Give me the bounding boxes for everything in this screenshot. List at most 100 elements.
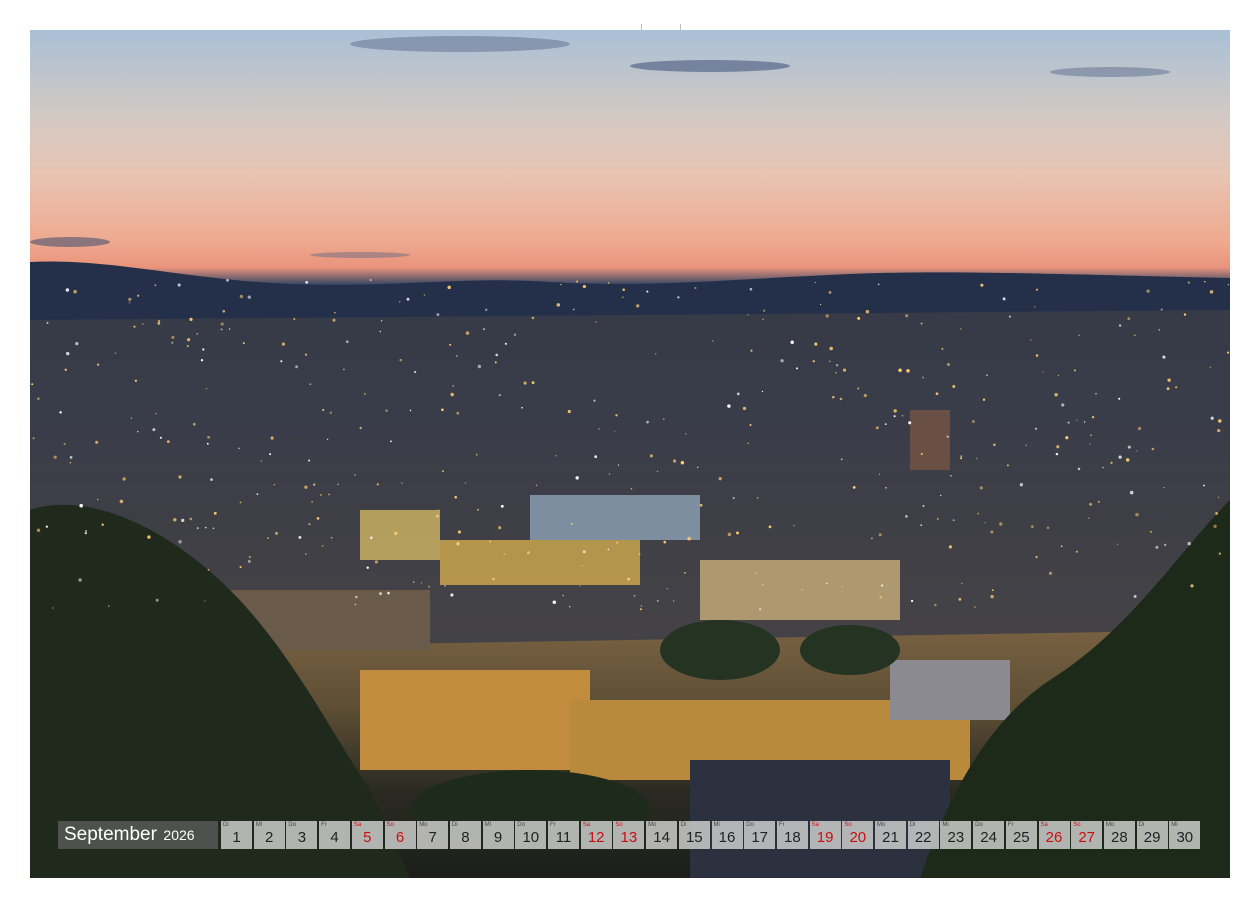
light-dot — [826, 582, 828, 585]
light-dot — [181, 518, 185, 523]
light-dot — [200, 358, 204, 362]
light-dot — [65, 288, 70, 292]
light-dot — [204, 526, 207, 529]
light-dot — [835, 364, 839, 367]
light-dot — [455, 355, 458, 357]
weekday-label: Di — [1138, 822, 1145, 828]
light-dot — [814, 342, 818, 346]
light-dot — [570, 522, 573, 525]
light-dot — [1218, 419, 1222, 423]
light-dot — [260, 460, 263, 462]
light-dot — [326, 438, 329, 441]
light-dot — [1034, 306, 1036, 308]
light-dot — [1090, 434, 1092, 437]
light-dot — [1160, 308, 1163, 311]
light-dot — [939, 494, 942, 497]
light-dot — [649, 454, 653, 458]
light-dot — [1097, 500, 1100, 503]
light-dot — [441, 470, 444, 473]
day-cell: Mi 23 — [940, 821, 972, 849]
light-dot — [119, 499, 124, 504]
light-dot — [178, 540, 182, 544]
day-cell: Mo 14 — [646, 821, 678, 849]
light-dot — [269, 453, 272, 456]
light-dot — [825, 314, 829, 318]
light-dot — [171, 341, 174, 344]
day-number: 27 — [1078, 829, 1096, 846]
light-dot — [494, 361, 497, 364]
light-dot — [959, 457, 963, 460]
light-dot — [366, 566, 369, 569]
light-dot — [31, 383, 34, 386]
light-dot — [114, 352, 117, 354]
light-dot — [378, 592, 383, 596]
light-dot — [1002, 297, 1006, 301]
light-dot — [579, 585, 581, 587]
light-dot — [342, 368, 345, 371]
light-dot — [492, 577, 495, 581]
light-dot — [354, 603, 357, 606]
light-dot — [1175, 386, 1178, 389]
day-cell: Mo 7 — [417, 821, 449, 849]
light-dot — [503, 553, 506, 555]
light-dot — [46, 321, 49, 324]
light-dot — [1210, 416, 1214, 420]
light-dot — [69, 456, 73, 459]
month-year: 2026 — [163, 827, 195, 843]
light-dot — [329, 411, 333, 414]
light-dot — [212, 527, 215, 530]
day-number: 17 — [751, 829, 769, 846]
light-dot — [952, 519, 955, 522]
light-dot — [178, 475, 182, 479]
light-dot — [498, 394, 501, 397]
light-dot — [535, 484, 538, 487]
light-dot — [1116, 543, 1119, 545]
light-dot — [122, 477, 126, 481]
light-dot — [575, 280, 579, 283]
light-dot — [910, 599, 914, 603]
light-dot — [322, 408, 325, 411]
light-dot — [922, 376, 925, 379]
light-dot — [108, 605, 110, 607]
light-dot — [607, 282, 610, 284]
light-dot — [984, 522, 986, 524]
light-dot — [663, 540, 667, 544]
light-dot — [531, 316, 535, 320]
light-dot — [863, 393, 867, 398]
light-dot — [159, 436, 162, 439]
light-dot — [977, 512, 980, 515]
light-dot — [877, 283, 880, 286]
light-dot — [239, 566, 242, 569]
cloud — [630, 60, 790, 72]
light-dot — [321, 544, 324, 547]
light-dot — [1217, 428, 1221, 433]
day-number: 2 — [265, 829, 274, 846]
light-dot — [747, 442, 750, 444]
light-dot — [1034, 427, 1038, 430]
weekday-label: Do — [746, 822, 754, 828]
light-dot — [242, 342, 245, 345]
light-dot — [922, 504, 925, 507]
day-number: 13 — [620, 829, 638, 846]
light-dot — [205, 387, 208, 390]
light-dot — [337, 483, 339, 486]
light-dot — [814, 281, 816, 284]
light-dot — [275, 532, 278, 535]
weekday-label: Mi — [484, 822, 491, 828]
light-dot — [621, 296, 624, 299]
light-dot — [248, 556, 251, 559]
light-dot — [513, 333, 517, 336]
day-cell: So 6 — [384, 821, 416, 849]
light-dot — [355, 595, 358, 599]
light-dot — [581, 564, 584, 567]
light-dot — [871, 537, 873, 540]
day-cell: Di 8 — [449, 821, 481, 849]
light-dot — [78, 578, 82, 582]
light-dot — [1213, 524, 1217, 528]
light-dot — [171, 335, 175, 339]
light-dot — [793, 524, 795, 527]
light-dot — [213, 511, 217, 515]
light-dot — [593, 399, 596, 402]
light-dot — [607, 548, 610, 551]
light-dot — [857, 316, 861, 320]
